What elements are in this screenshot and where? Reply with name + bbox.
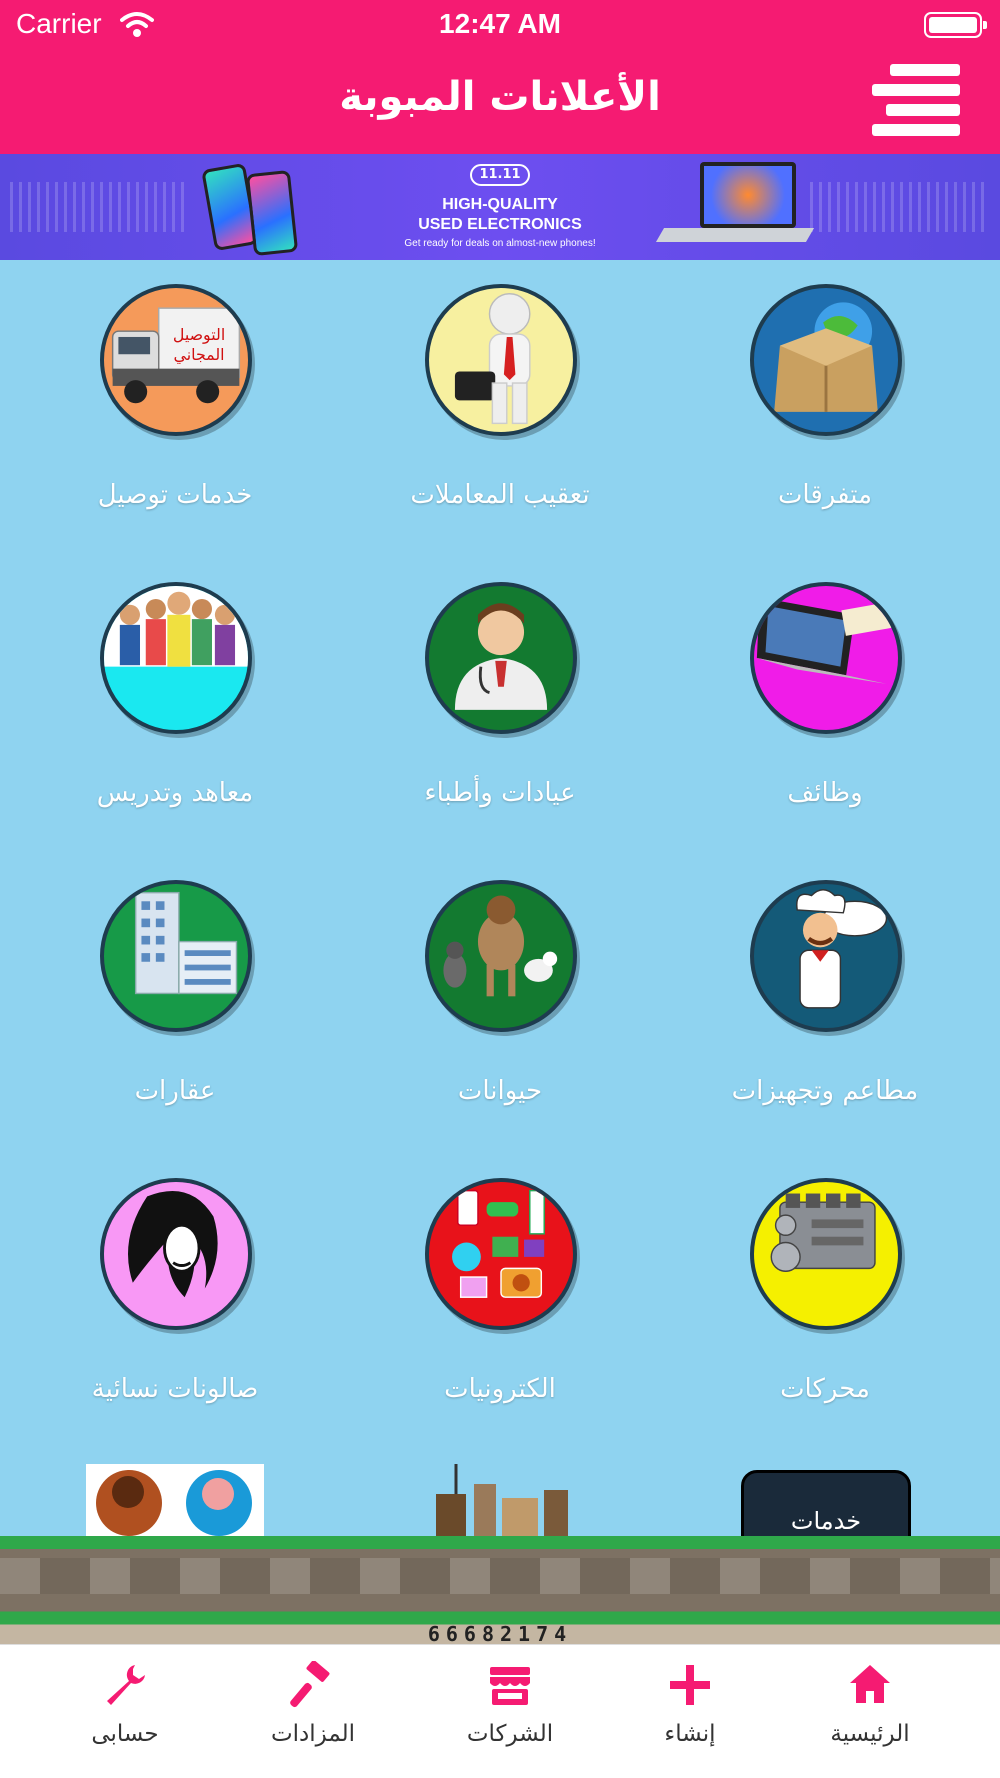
category-people[interactable] <box>25 1452 325 1536</box>
category-circle: التوصيل المجاني <box>100 284 252 436</box>
category-label: خدمات <box>790 1507 862 1535</box>
category-services[interactable]: خدمات <box>675 1452 975 1536</box>
category-label: محركات <box>780 1374 870 1404</box>
doctor-icon <box>454 603 548 710</box>
plus-icon <box>670 1665 710 1705</box>
students-icon <box>104 586 248 667</box>
category-label: عقارات <box>134 1076 216 1106</box>
category-engines[interactable]: محركات <box>675 1154 975 1424</box>
page-title: الأعلانات المبوبة <box>339 74 661 120</box>
services-icon: خدمات <box>741 1470 911 1536</box>
category-clinics[interactable]: عيادات وأطباء <box>350 558 650 828</box>
category-transactions[interactable]: تعقيب المعاملات <box>350 260 650 530</box>
category-circle <box>100 582 252 734</box>
category-misc[interactable]: متفرقات <box>675 260 975 530</box>
menu-icon[interactable] <box>872 64 960 136</box>
category-salons[interactable]: صالونات نسائية <box>25 1154 325 1424</box>
banner-phone-number: 66682174 <box>427 1622 573 1644</box>
category-label: وظائف <box>787 778 863 808</box>
tab-account[interactable]: حسابى <box>35 1661 215 1761</box>
category-circle <box>425 582 577 734</box>
category-label: تعقيب المعاملات <box>410 480 590 510</box>
category-real-estate[interactable]: عقارات <box>25 856 325 1126</box>
tab-label: الرئيسية <box>830 1721 910 1747</box>
category-label: عيادات وأطباء <box>424 778 576 808</box>
banner-subheadline: USED ELECTRONICS <box>418 216 582 233</box>
category-circle <box>425 880 577 1032</box>
category-restaurants[interactable]: مطاعم وتجهيزات <box>675 856 975 1126</box>
top-ad-banner[interactable]: 11.11 HIGH-QUALITY USED ELECTRONICS Get … <box>0 154 1000 260</box>
tab-home[interactable]: الرئيسية <box>780 1661 960 1761</box>
category-circle <box>750 880 902 1032</box>
tab-companies[interactable]: الشركات <box>420 1661 600 1761</box>
tab-label: الشركات <box>466 1721 554 1747</box>
category-label: صالونات نسائية <box>91 1374 259 1404</box>
category-animals[interactable]: حيوانات <box>350 856 650 1126</box>
category-label: حيوانات <box>457 1076 543 1106</box>
category-electronics[interactable]: الكترونيات <box>350 1154 650 1424</box>
gavel-icon <box>290 1661 330 1708</box>
box-icon <box>774 302 878 412</box>
furniture-icon <box>436 1464 568 1536</box>
battery-icon <box>924 12 987 38</box>
tab-label: حسابى <box>91 1721 159 1747</box>
category-circle <box>100 1178 252 1330</box>
category-delivery[interactable]: التوصيل المجاني خدمات توصيل <box>25 260 325 530</box>
category-circle <box>750 582 902 734</box>
bottom-ad-banner[interactable]: 66682174 <box>0 1536 1000 1644</box>
tab-label: المزادات <box>270 1721 356 1747</box>
category-jobs[interactable]: وظائف <box>675 558 975 828</box>
laptop-image <box>700 162 796 228</box>
category-label: معاهد وتدريس <box>96 778 254 808</box>
category-circle <box>750 284 902 436</box>
category-label: خدمات توصيل <box>97 480 253 510</box>
svg-text:المجاني: المجاني <box>174 345 225 365</box>
category-label: متفرقات <box>777 480 873 510</box>
status-bar: Carrier 12:47 AM <box>0 0 1000 50</box>
home-icon <box>850 1665 890 1703</box>
buildings-icon <box>134 891 238 995</box>
category-label: مطاعم وتجهيزات <box>731 1076 919 1106</box>
category-circle <box>425 1178 577 1330</box>
chef-icon <box>796 889 888 1009</box>
category-institutes[interactable]: معاهد وتدريس <box>25 558 325 828</box>
category-circle <box>425 284 577 436</box>
laptop-job-icon <box>756 597 892 684</box>
banner-tagline: Get ready for deals on almost-new phones… <box>404 238 596 249</box>
svg-text:التوصيل: التوصيل <box>173 325 225 345</box>
animals-icon <box>443 895 558 997</box>
engine-icon <box>770 1193 876 1272</box>
tab-auctions[interactable]: المزادات <box>223 1661 403 1761</box>
status-time: 12:47 AM <box>439 8 561 39</box>
wrench-icon <box>107 1665 145 1705</box>
category-circle <box>100 880 252 1032</box>
category-label: الكترونيات <box>444 1374 556 1404</box>
store-icon <box>490 1667 530 1705</box>
banner-badge: 11.11 <box>470 164 530 186</box>
nav-bar: الأعلانات المبوبة <box>0 50 1000 154</box>
people-icon <box>86 1464 264 1536</box>
category-circle <box>750 1178 902 1330</box>
tab-create[interactable]: إنشاء <box>600 1661 780 1761</box>
woman-icon <box>104 1182 248 1326</box>
electronics-icon <box>452 1189 545 1298</box>
businessman-icon <box>454 293 531 425</box>
tab-bar: الرئيسية إنشاء الشركات المزادات حسابى <box>0 1644 1000 1778</box>
category-furniture[interactable] <box>350 1452 650 1536</box>
truck-icon: التوصيل المجاني <box>111 307 241 404</box>
tab-label: إنشاء <box>664 1721 716 1747</box>
banner-headline: HIGH-QUALITY <box>442 196 558 213</box>
